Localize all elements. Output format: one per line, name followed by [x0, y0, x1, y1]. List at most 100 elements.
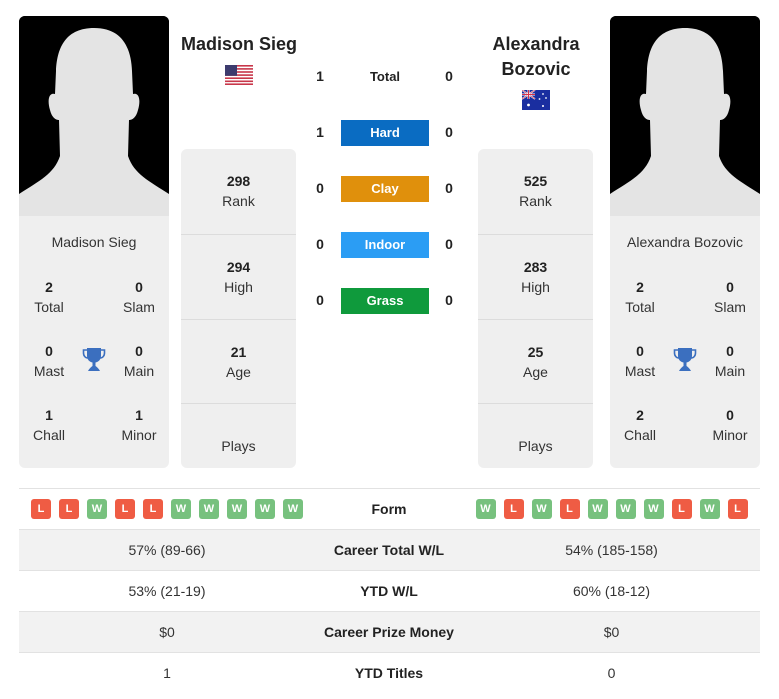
stat-rank-label: Rank	[222, 193, 255, 209]
surface-clay-button[interactable]: Clay	[341, 176, 429, 202]
titles-mast-label: Mast	[624, 363, 656, 379]
row-left-value: 1	[163, 665, 171, 681]
form-badge-loss[interactable]: L	[559, 499, 580, 519]
table-row-form: LLWLLWWWWW Form WLWLWWWLWL	[19, 489, 760, 530]
form-badge-win[interactable]: W	[171, 499, 191, 519]
h2h-left-value: 0	[316, 292, 324, 308]
titles-minor-label: Minor	[712, 427, 748, 443]
stats-column-left: 298 Rank 294 High 21 Age Plays	[181, 149, 296, 468]
titles-minor-value: 0	[726, 407, 734, 423]
player-title-line1: Alexandra	[492, 34, 580, 54]
stat-plays: Plays	[181, 403, 296, 468]
australia-flag-icon	[522, 90, 550, 110]
h2h-left-value: 1	[316, 124, 324, 140]
comparison-table: LLWLLWWWWW Form WLWLWWWLWL 57% (89-66) C…	[19, 488, 760, 694]
titles-main: 0 Main	[700, 341, 760, 381]
trophy-icon	[673, 348, 697, 371]
player-name[interactable]: Madison Sieg	[19, 234, 169, 250]
stat-age-label: Age	[226, 364, 251, 380]
stats-column-right: 525 Rank 283 High 25 Age Plays	[478, 149, 593, 468]
stat-plays-label: Plays	[221, 438, 256, 454]
player-card-left: Madison Sieg 2 Total 0 Slam 0 Mast 0 Main 1 C…	[19, 216, 169, 468]
player-card-right: Alexandra Bozovic 2 Total 0 Slam 0 Mast 0 Ma…	[610, 216, 760, 468]
stat-rank-value: 298	[226, 173, 251, 189]
player-title-link[interactable]: Madison Sieg	[169, 32, 309, 57]
form-badge-win[interactable]: W	[699, 499, 720, 519]
titles-chall-label: Chall	[33, 427, 65, 443]
player-photo-left[interactable]	[19, 16, 169, 216]
titles-slam: 0 Slam	[700, 277, 760, 317]
titles-mast-value: 0	[45, 343, 53, 359]
row-label: YTD Titles	[354, 665, 424, 681]
form-badge-win[interactable]: W	[587, 499, 608, 519]
form-badge-win[interactable]: W	[475, 499, 496, 519]
h2h-right-value: 0	[445, 236, 453, 252]
player-header-left: Madison Sieg	[169, 32, 309, 85]
form-badges-right: WLWLWWWLWL	[463, 489, 760, 529]
titles-mast: 0 Mast	[19, 341, 79, 381]
titles-minor: 0 Minor	[700, 405, 760, 445]
form-badge-win[interactable]: W	[199, 499, 219, 519]
form-badge-loss[interactable]: L	[143, 499, 163, 519]
row-label: YTD W/L	[360, 583, 418, 599]
surface-hard-button[interactable]: Hard	[341, 120, 429, 146]
form-badge-win[interactable]: W	[615, 499, 636, 519]
h2h-right-value: 0	[445, 292, 453, 308]
h2h-left-value: 0	[316, 180, 324, 196]
h2h-row-hard: 1 Hard 0	[300, 120, 470, 146]
form-badge-loss[interactable]: L	[31, 499, 51, 519]
table-row: 1 YTD Titles 0	[19, 653, 760, 694]
titles-main-label: Main	[123, 363, 155, 379]
surface-indoor-button[interactable]: Indoor	[341, 232, 429, 258]
h2h-right-value: 0	[445, 180, 453, 196]
row-right-value: $0	[603, 624, 620, 640]
form-badge-win[interactable]: W	[643, 499, 664, 519]
player-title-line2: Bozovic	[501, 59, 571, 79]
form-badge-win[interactable]: W	[87, 499, 107, 519]
form-badge-win[interactable]: W	[283, 499, 303, 519]
form-badge-win[interactable]: W	[255, 499, 275, 519]
avatar-silhouette-icon	[19, 16, 169, 216]
stat-age: 21 Age	[181, 319, 296, 404]
stat-age-value: 21	[230, 344, 247, 360]
titles-slam-value: 0	[135, 279, 143, 295]
stat-high-value: 283	[523, 259, 548, 275]
form-badge-loss[interactable]: L	[671, 499, 692, 519]
row-left-value: $0	[159, 624, 175, 640]
row-label: Career Prize Money	[324, 624, 454, 640]
stat-age-label: Age	[523, 364, 548, 380]
h2h-row-indoor: 0 Indoor 0	[300, 232, 470, 258]
titles-total: 2 Total	[19, 277, 79, 317]
surface-grass-button[interactable]: Grass	[341, 288, 429, 314]
titles-chall: 2 Chall	[610, 405, 670, 445]
h2h-left-value: 1	[316, 68, 324, 84]
form-badge-loss[interactable]: L	[727, 499, 748, 519]
stat-age: 25 Age	[478, 319, 593, 404]
form-left: LLWLLWWWWW	[19, 489, 315, 529]
titles-chall-value: 2	[636, 407, 644, 423]
stat-rank-value: 525	[523, 173, 548, 189]
player-photo-right[interactable]	[610, 16, 760, 216]
titles-mast-label: Mast	[33, 363, 65, 379]
form-badge-win[interactable]: W	[531, 499, 552, 519]
stat-high: 294 High	[181, 234, 296, 319]
h2h-row-total: 1 Total 0	[300, 64, 470, 90]
row-right-value: 0	[607, 665, 616, 681]
stat-rank: 298 Rank	[181, 149, 296, 234]
form-badge-loss[interactable]: L	[115, 499, 135, 519]
titles-total: 2 Total	[610, 277, 670, 317]
player-name[interactable]: Alexandra Bozovic	[610, 234, 760, 250]
avatar-silhouette-icon	[610, 16, 760, 216]
player-title-link[interactable]: Alexandra Bozovic	[466, 32, 606, 82]
stat-high-label: High	[521, 279, 550, 295]
stat-plays-label: Plays	[518, 438, 553, 454]
player-header-right: Alexandra Bozovic	[466, 32, 606, 110]
titles-total-value: 2	[45, 279, 53, 295]
form-badge-loss[interactable]: L	[503, 499, 524, 519]
h2h-right-value: 0	[445, 68, 453, 84]
titles-chall-value: 1	[45, 407, 53, 423]
titles-slam-value: 0	[726, 279, 734, 295]
form-badge-loss[interactable]: L	[59, 499, 79, 519]
titles-main-value: 0	[135, 343, 143, 359]
form-badge-win[interactable]: W	[227, 499, 247, 519]
